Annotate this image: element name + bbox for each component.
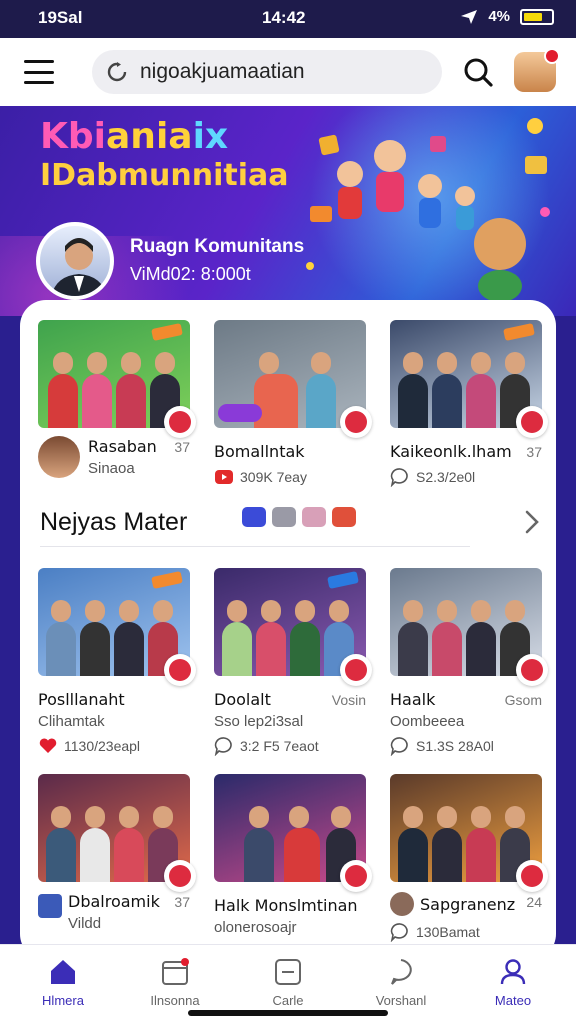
card-subtitle: Sinaoa <box>88 460 135 477</box>
nav-messages[interactable]: Vorshanl <box>346 957 456 1008</box>
share-icons <box>242 507 356 527</box>
card-meta: 3:2 F5 7eaot <box>214 736 366 756</box>
play-badge-icon[interactable] <box>516 654 548 686</box>
card-count: Vosin <box>331 692 366 708</box>
card-count: 37 <box>526 444 542 460</box>
clock: 14:42 <box>262 8 306 27</box>
card-count: Gsom <box>504 692 542 708</box>
home-indicator <box>188 1010 388 1016</box>
battery-icon <box>520 8 554 25</box>
gallery-icon[interactable] <box>302 507 326 527</box>
calendar-icon <box>162 958 189 985</box>
video-card[interactable]: Doolalt Vosin Sso lep2i3sal 3:2 F5 7eaot <box>214 568 372 756</box>
nav-home[interactable]: Hlmera <box>8 957 118 1008</box>
profile-avatar[interactable] <box>514 48 560 92</box>
card-subtitle: Vildd <box>68 915 102 932</box>
video-card[interactable]: Haalk Gsom Oombeeea S1.3S 28A0l <box>390 568 548 756</box>
chevron-right-icon[interactable] <box>518 508 546 536</box>
youtube-icon <box>215 470 233 484</box>
nav-center[interactable]: Carle <box>233 957 343 1008</box>
featured-card[interactable]: Bomallntak 309K 7eay <box>214 320 372 487</box>
comment-icon[interactable] <box>214 736 234 756</box>
gift-icon[interactable] <box>332 507 356 527</box>
section-title: Nejyas Mater <box>40 508 188 536</box>
comment-icon <box>390 468 408 487</box>
brand-subtitle: IDabmunnitiaa <box>40 158 289 193</box>
card-meta: 130Bamat <box>390 922 542 942</box>
card-title: Sapgranenz <box>420 894 516 914</box>
video-card[interactable]: Dbalroamik Vildd 37 <box>38 774 196 932</box>
nav-profile[interactable]: Mateo <box>458 957 568 1008</box>
instagram-icon[interactable] <box>272 507 296 527</box>
play-badge-icon[interactable] <box>516 860 548 892</box>
featured-card[interactable]: Kaikeonlk.lham 37 S2.3/2e0l <box>390 320 548 487</box>
play-badge-icon[interactable] <box>340 860 372 892</box>
comment-icon[interactable] <box>390 736 410 756</box>
video-card[interactable]: Poslllanaht Clihamtak 1130/23eapl <box>38 568 196 756</box>
top-bar <box>0 38 576 106</box>
host-subtitle: ViMd02: 8:000t <box>130 264 251 284</box>
carrier-label: 19Sal <box>38 8 83 27</box>
user-icon <box>500 959 526 985</box>
search-bar[interactable] <box>92 50 442 94</box>
search-input[interactable] <box>140 60 420 84</box>
card-meta: S1.3S 28A0l <box>390 736 542 756</box>
card-title: Dbalroamik <box>68 892 160 911</box>
card-subtitle: Clihamtak <box>38 713 105 730</box>
featured-card[interactable]: Rasaban 37 Sinaoa <box>38 320 196 478</box>
play-badge-icon[interactable] <box>164 860 196 892</box>
nav-schedule[interactable]: Ilnsonna <box>120 957 230 1008</box>
creator-avatar[interactable] <box>390 892 414 916</box>
comment-icon[interactable] <box>390 922 410 942</box>
play-badge-icon[interactable] <box>340 654 372 686</box>
play-badge-icon[interactable] <box>164 406 196 438</box>
card-title: Bomallntak <box>214 442 305 461</box>
creator-avatar[interactable] <box>38 894 62 918</box>
card-count: 24 <box>526 894 542 910</box>
video-card[interactable]: Sapgranenz 24 130Bamat <box>390 774 548 942</box>
battery-percent: 4% <box>488 8 510 25</box>
status-bar: 19Sal 14:42 4% <box>0 0 576 38</box>
square-minus-icon <box>275 959 301 985</box>
card-title: Poslllanaht <box>38 690 125 709</box>
content-panel: Rasaban 37 Sinaoa Bomallntak 309K 7eay K… <box>20 300 556 960</box>
play-badge-icon[interactable] <box>340 406 372 438</box>
heart-icon[interactable] <box>38 736 58 756</box>
card-meta: 1130/23eapl <box>38 736 190 756</box>
play-badge-icon[interactable] <box>164 654 196 686</box>
card-subtitle: Oombeeea <box>390 713 465 730</box>
card-count: 37 <box>174 439 190 455</box>
status-icons: 4% <box>460 8 554 25</box>
brand-title: Kbianiaix <box>40 116 229 157</box>
card-title: Halk Monslmtinan <box>214 896 358 915</box>
card-count: 37 <box>174 894 190 910</box>
search-icon[interactable] <box>462 56 494 88</box>
creator-avatar[interactable] <box>38 436 80 478</box>
host-avatar[interactable] <box>36 222 114 300</box>
notification-dot <box>544 48 560 64</box>
card-meta: 309K 7eay <box>214 467 366 487</box>
refresh-icon <box>107 62 127 82</box>
host-name: Ruagn Komunitans <box>130 236 305 257</box>
home-icon <box>51 960 75 984</box>
menu-icon[interactable] <box>24 60 54 84</box>
card-meta: S2.3/2e0l <box>390 467 542 487</box>
card-subtitle: olonerosoajr <box>214 919 297 936</box>
chat-bubble-icon <box>391 959 412 985</box>
play-badge-icon[interactable] <box>516 406 548 438</box>
card-title: Kaikeonlk.lham <box>390 442 512 461</box>
card-subtitle: Sso lep2i3sal <box>214 713 304 730</box>
facebook-icon[interactable] <box>242 507 266 527</box>
hero-banner[interactable]: Kbianiaix IDabmunnitiaa Ruagn Komunitans… <box>0 106 576 316</box>
location-icon <box>461 9 478 24</box>
cartoon-characters-illustration <box>306 118 550 302</box>
video-card[interactable]: Halk Monslmtinan olonerosoajr <box>214 774 372 936</box>
